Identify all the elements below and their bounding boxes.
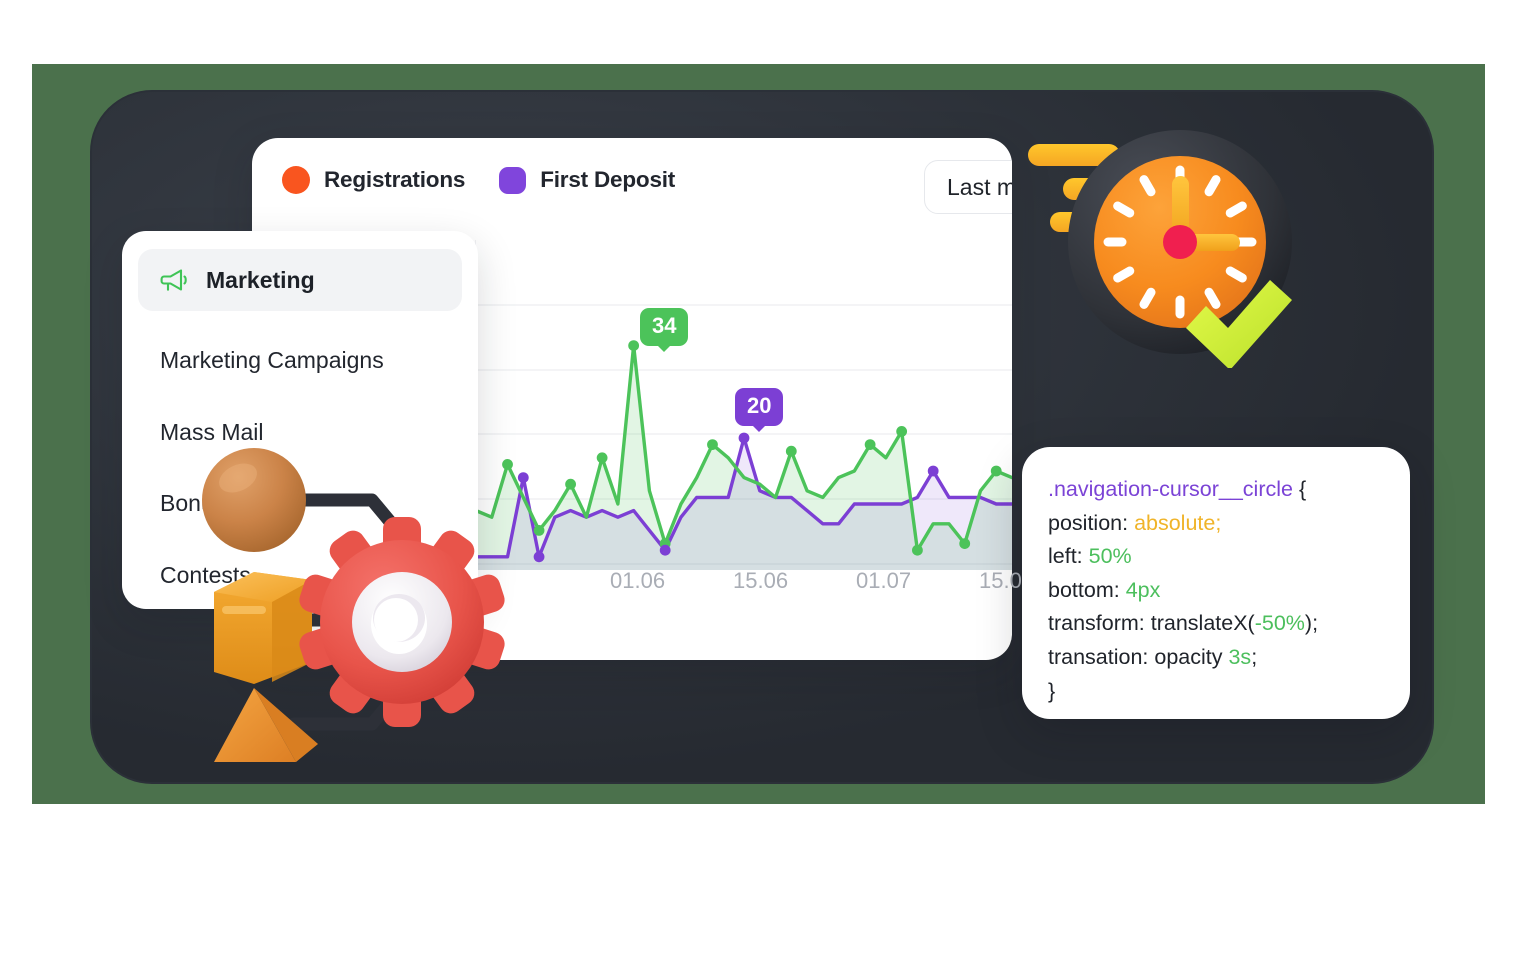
sidebar-item-marketing-campaigns[interactable]: Marketing Campaigns xyxy=(160,347,384,374)
point-registrations xyxy=(565,478,576,490)
gear-shapes-illustration xyxy=(202,448,505,762)
point-registrations xyxy=(707,439,718,450)
cube-shape xyxy=(214,572,312,684)
legend-square-icon xyxy=(499,166,527,194)
period-select[interactable]: Last month xyxy=(924,160,1012,214)
point-registrations xyxy=(896,426,908,437)
clock-illustration xyxy=(1068,130,1292,368)
legend-item-registrations[interactable]: Registrations xyxy=(282,166,465,194)
screenshot-root: Registrations First Deposit Last month xyxy=(0,0,1520,960)
point-registrations xyxy=(864,439,876,450)
x-tick-2: 01.07 xyxy=(856,568,912,593)
megaphone-icon xyxy=(160,269,187,291)
code-snippet-card: .navigation-cursor__circle { position: ab… xyxy=(1022,447,1410,719)
sphere-shape xyxy=(202,448,306,552)
code-line-5: transation: opacity 3s; xyxy=(1048,644,1258,669)
code-line-1: position: absolute; xyxy=(1048,510,1222,535)
code-lines: .navigation-cursor__circle { position: ab… xyxy=(1048,473,1410,708)
point-registrations xyxy=(959,538,971,549)
point-first-deposit xyxy=(927,465,939,477)
tooltip-registrations-value: 34 xyxy=(652,313,677,338)
sidebar-header-label: Marketing xyxy=(206,266,315,293)
gear-shape xyxy=(299,517,505,727)
point-first-deposit xyxy=(659,544,671,556)
tooltip-first-deposit-value: 20 xyxy=(747,393,772,418)
legend-label-first-deposit: First Deposit xyxy=(540,167,676,192)
point-registrations xyxy=(785,445,797,457)
point-registrations xyxy=(912,544,923,556)
legend-label-registrations: Registrations xyxy=(324,167,466,192)
code-line-4: transform: translateX(-50%); xyxy=(1048,611,1319,636)
chart-legend: Registrations First Deposit xyxy=(282,166,675,194)
sidebar-item-marketing[interactable]: Marketing xyxy=(138,249,462,311)
point-registrations xyxy=(596,452,608,464)
area-first-deposit xyxy=(476,438,1012,570)
point-first-deposit xyxy=(738,432,750,444)
legend-dot-icon xyxy=(282,166,310,194)
code-line-3: bottom: 4px xyxy=(1048,577,1161,602)
legend-item-first-deposit[interactable]: First Deposit xyxy=(499,166,676,194)
point-registrations xyxy=(990,465,1002,477)
x-tick-0: 01.06 xyxy=(610,568,666,593)
tooltip-first-deposit: 20 xyxy=(735,388,784,431)
point-registrations xyxy=(628,340,640,351)
code-line-2: left: 50% xyxy=(1048,544,1132,569)
clock-center-dot xyxy=(1163,225,1197,259)
x-tick-1: 15.06 xyxy=(733,568,789,593)
code-line-0: .navigation-cursor__circle { xyxy=(1048,477,1307,501)
code-line-6: } xyxy=(1048,678,1056,703)
period-select-value: Last month xyxy=(947,173,1012,200)
tooltip-registrations: 34 xyxy=(640,308,689,351)
